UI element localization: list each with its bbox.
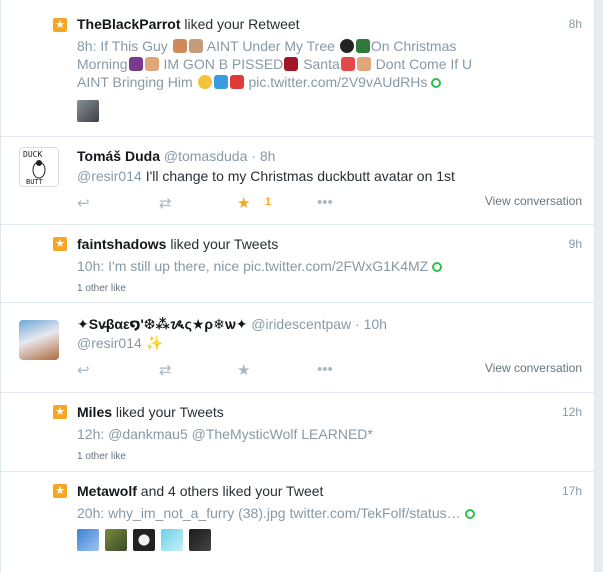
svg-text:DUCK: DUCK [23, 150, 42, 159]
notification-item[interactable]: ★ Miles liked your Tweets 12h 12h: @dank… [1, 393, 594, 472]
avatar[interactable]: DUCK BUTT [19, 147, 59, 187]
timestamp[interactable]: 10h [364, 316, 387, 332]
liker-avatar[interactable] [105, 529, 127, 551]
emoji-icon [197, 75, 212, 89]
emoji-icon [340, 57, 355, 71]
mention-link[interactable]: @dankmau5 [108, 426, 188, 442]
notification-action: and 4 others liked your Tweet [140, 483, 324, 499]
other-like-link[interactable]: 1 other like [77, 451, 126, 462]
timestamp[interactable]: 17h [562, 484, 582, 498]
like-icon[interactable]: ★ [237, 361, 250, 379]
link-ring-icon [432, 262, 443, 272]
timestamp[interactable]: 8h [569, 17, 582, 31]
emoji-icon [355, 39, 370, 53]
user-name[interactable]: ✦Sv̶βαε໑'❆⁂ᝰς★ρ❄ѡ✦ [77, 316, 247, 332]
retweet-icon[interactable]: ⇄ [159, 361, 172, 379]
emoji-icon [213, 75, 228, 89]
link-ring-icon [431, 78, 442, 88]
other-like-link[interactable]: 1 other like [77, 283, 126, 294]
notifications-stream: ★ TheBlackParrot liked your Retweet 8h 8… [0, 0, 595, 572]
more-icon[interactable]: ••• [317, 361, 333, 378]
notification-item[interactable]: ★ TheBlackParrot liked your Retweet 8h 8… [1, 0, 594, 137]
emoji-icon [128, 57, 143, 71]
tweet-actions: ↩ ⇄ ★ 1 ••• [77, 194, 377, 212]
retweet-icon[interactable]: ⇄ [159, 194, 172, 212]
liker-avatar[interactable] [189, 529, 211, 551]
tweet-link[interactable]: twitter.com/TekFolf/status… [289, 505, 460, 521]
view-conversation-link[interactable]: View conversation [485, 361, 582, 375]
tweet-link[interactable]: pic.twitter.com/2FWxG1K4MZ [243, 258, 428, 274]
emoji-icon [229, 75, 244, 89]
timestamp[interactable]: 9h [569, 237, 582, 251]
tweet-actions: ↩ ⇄ ★ ••• [77, 361, 377, 379]
timestamp[interactable]: 12h [562, 405, 582, 419]
notification-item[interactable]: ★ Metawolf and 4 others liked your Tweet… [1, 472, 594, 572]
notification-item[interactable]: DUCK BUTT Tomáš Duda @tomasduda · 8h @re… [1, 137, 594, 225]
tweet-text: 12h: @dankmau5 @TheMysticWolf LEARNED* [77, 426, 373, 442]
tweet-text: 8h: If This Guy AINT Under My Tree On Ch… [77, 38, 473, 90]
emoji-icon [356, 57, 371, 71]
tweet-text: @resir014 I'll change to my Christmas du… [77, 168, 455, 184]
emoji-icon [339, 39, 354, 53]
notification-action: liked your Tweets [115, 404, 224, 420]
liker-avatar[interactable] [77, 100, 99, 122]
mention-link[interactable]: @resir014 [77, 335, 142, 351]
star-icon: ★ [53, 405, 67, 419]
user-handle[interactable]: @tomasduda [164, 148, 247, 164]
star-icon: ★ [53, 484, 67, 498]
notification-action: liked your Tweets [170, 236, 279, 252]
user-name[interactable]: Metawolf [77, 483, 137, 499]
user-handle[interactable]: @iridescentpaw [251, 316, 351, 332]
liker-avatar[interactable] [161, 529, 183, 551]
reply-icon[interactable]: ↩ [77, 361, 90, 379]
user-name[interactable]: Tomáš Duda [77, 148, 160, 164]
user-name[interactable]: TheBlackParrot [77, 16, 180, 32]
notification-item[interactable]: ★ faintshadows liked your Tweets 9h 10h:… [1, 225, 594, 303]
tweet-text: @resir014 ✨ [77, 335, 164, 351]
star-icon: ★ [53, 18, 67, 32]
like-icon[interactable]: ★ [237, 194, 250, 212]
like-count: 1 [265, 196, 272, 208]
link-ring-icon [464, 509, 475, 519]
timestamp[interactable]: 8h [260, 148, 276, 164]
notification-action: liked your Retweet [184, 16, 300, 32]
star-icon: ★ [53, 237, 67, 251]
tweet-text: 20h: why_im_not_a_furry (38).jpg twitter… [77, 504, 475, 522]
tweet-text: 10h: I'm still up there, nice pic.twitte… [77, 257, 443, 275]
view-conversation-link[interactable]: View conversation [485, 194, 582, 208]
more-icon[interactable]: ••• [317, 194, 333, 211]
svg-text:BUTT: BUTT [26, 178, 44, 186]
emoji-icon [144, 57, 159, 71]
avatar[interactable] [19, 320, 59, 360]
mention-link[interactable]: @resir014 [77, 168, 142, 184]
user-name[interactable]: Miles [77, 404, 112, 420]
emoji-icon [172, 39, 187, 53]
tweet-link[interactable]: pic.twitter.com/2V9vAUdRHs [248, 74, 427, 90]
notification-item[interactable]: ✦Sv̶βαε໑'❆⁂ᝰς★ρ❄ѡ✦ @iridescentpaw · 10h … [1, 303, 594, 393]
reply-icon[interactable]: ↩ [77, 194, 90, 212]
liker-avatar[interactable] [133, 529, 155, 551]
emoji-icon [284, 57, 299, 71]
emoji-icon [188, 39, 203, 53]
user-name[interactable]: faintshadows [77, 236, 166, 252]
mention-link[interactable]: @TheMysticWolf [192, 426, 298, 442]
liker-avatar[interactable] [77, 529, 99, 551]
